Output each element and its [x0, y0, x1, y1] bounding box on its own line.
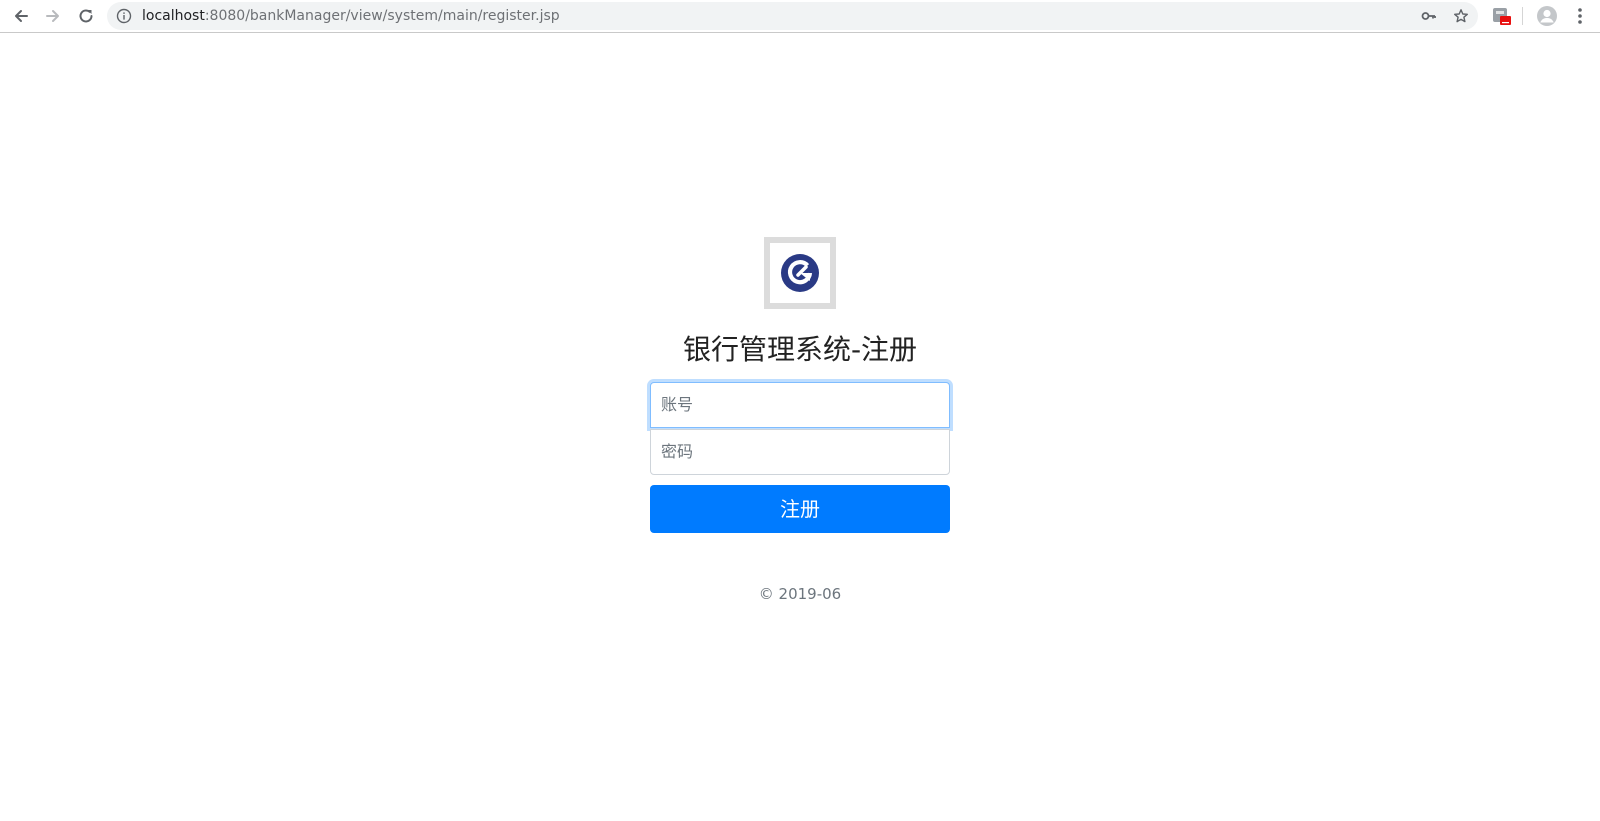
back-button[interactable]: [9, 4, 33, 28]
browser-toolbar: localhost:8080/bankManager/view/system/m…: [0, 0, 1600, 33]
reload-icon: [79, 9, 93, 23]
arrow-right-icon: [46, 10, 59, 22]
extension-icon[interactable]: [1492, 6, 1512, 26]
register-button[interactable]: 注册: [650, 485, 950, 533]
account-input[interactable]: 账号: [650, 382, 950, 428]
profile-icon[interactable]: [1536, 5, 1558, 27]
password-input[interactable]: 密码: [650, 429, 950, 475]
url-text[interactable]: localhost:8080/bankManager/view/system/m…: [142, 2, 560, 30]
bank-logo: [764, 237, 836, 309]
forward-button[interactable]: [41, 4, 65, 28]
url-path: :8080/bankManager/view/system/main/regis…: [204, 8, 560, 24]
info-icon[interactable]: [116, 8, 132, 24]
key-icon[interactable]: [1421, 8, 1437, 24]
star-icon[interactable]: [1453, 8, 1469, 24]
password-placeholder: 密码: [661, 442, 694, 461]
toolbar-separator: [1522, 7, 1523, 25]
url-host: localhost: [142, 8, 205, 24]
copyright-footer: © 2019-06: [758, 585, 842, 603]
reload-button[interactable]: [74, 4, 98, 28]
page-title: 银行管理系统-注册: [682, 333, 918, 366]
arrow-left-icon: [15, 10, 28, 22]
address-bar[interactable]: localhost:8080/bankManager/view/system/m…: [107, 2, 1478, 30]
register-page: 银行管理系统-注册 账号 密码 注册 © 2019-06: [0, 34, 1600, 821]
account-placeholder: 账号: [661, 395, 694, 414]
logo-inner: [770, 243, 830, 303]
more-vert-icon[interactable]: [1570, 5, 1590, 27]
bank-logo-icon: [781, 254, 819, 292]
